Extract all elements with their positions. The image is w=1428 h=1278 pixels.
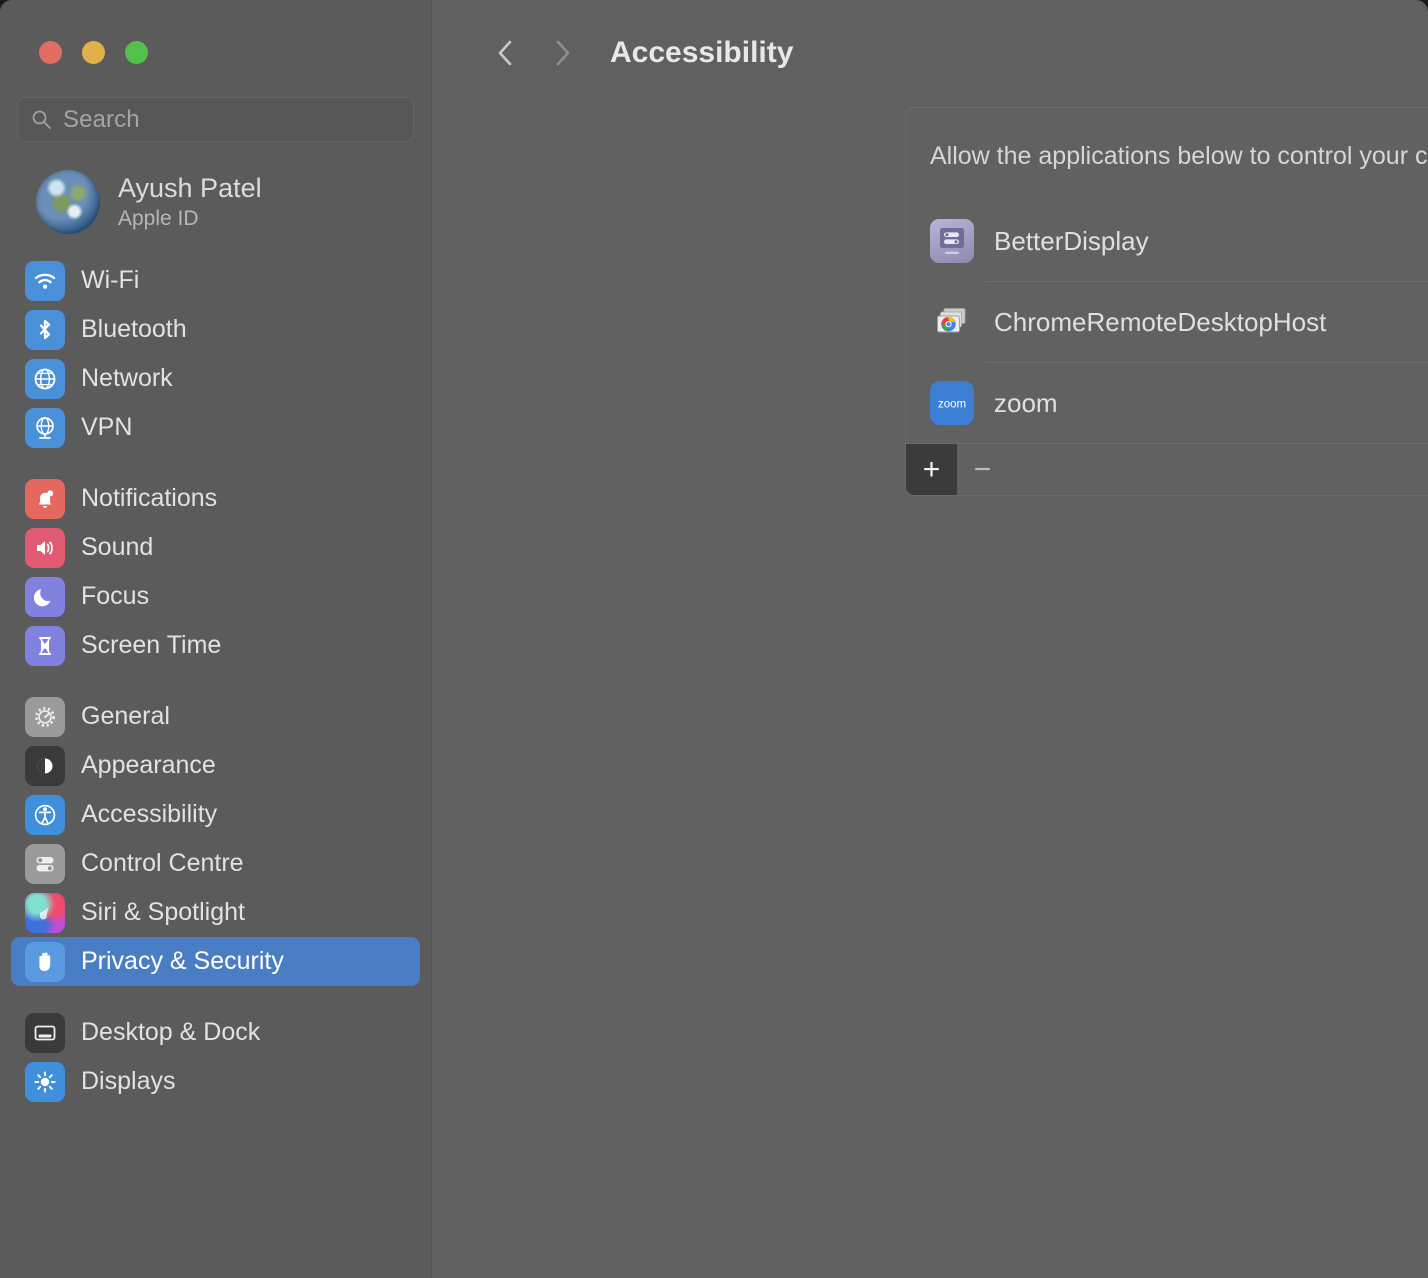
sidebar-item-label: Wi-Fi	[81, 266, 140, 294]
search-placeholder: Search	[63, 105, 140, 133]
sidebar-group-network: Wi-Fi Bluetooth Network VPN	[11, 256, 420, 452]
appearance-icon	[25, 745, 65, 786]
panel-footer: + −	[906, 444, 1428, 495]
betterdisplay-icon	[930, 219, 974, 263]
sidebar-item-notifications[interactable]: Notifications	[11, 474, 420, 523]
search-container: Search	[0, 64, 431, 142]
content-area: Accessibility Allow the applications bel…	[432, 0, 1428, 1278]
sidebar-item-label: Appearance	[81, 751, 216, 779]
app-name: zoom	[994, 387, 1058, 418]
wifi-icon	[25, 260, 65, 301]
control-centre-icon	[25, 843, 65, 884]
sidebar-item-label: Desktop & Dock	[81, 1018, 261, 1046]
accessibility-icon	[25, 794, 65, 835]
window-controls	[0, 0, 431, 64]
minimize-button[interactable]	[82, 41, 105, 64]
sidebar-group-alerts: Notifications Sound Focus Screen Time	[11, 474, 420, 670]
account-subtitle: Apple ID	[118, 207, 199, 230]
speaker-icon	[25, 527, 65, 568]
sidebar-item-siri-spotlight[interactable]: Siri & Spotlight	[11, 888, 420, 937]
chevron-right-icon	[556, 40, 570, 66]
sidebar-group-desktop: Desktop & Dock Displays	[11, 1008, 420, 1106]
bell-icon	[25, 478, 65, 519]
app-name: ChromeRemoteDesktopHost	[994, 306, 1327, 337]
svg-text:zoom: zoom	[938, 399, 966, 411]
forward-button[interactable]	[534, 28, 590, 78]
table-row[interactable]: BetterDisplay	[906, 201, 1428, 281]
table-row[interactable]: zoom zoom	[906, 363, 1428, 443]
sidebar-item-label: Network	[81, 364, 173, 392]
toolbar: Accessibility	[432, 0, 1428, 78]
moon-icon	[25, 576, 65, 617]
desktop-dock-icon	[25, 1012, 65, 1053]
sidebar-item-network[interactable]: Network	[11, 354, 420, 403]
search-icon	[31, 109, 52, 130]
sidebar-item-label: Sound	[81, 533, 154, 561]
sidebar-item-vpn[interactable]: VPN	[11, 403, 420, 452]
sidebar-group-system: General Appearance Accessibility Control…	[11, 692, 420, 986]
page-title: Accessibility	[610, 36, 794, 69]
siri-icon	[25, 892, 65, 933]
search-input[interactable]: Search	[17, 97, 414, 142]
sidebar-item-wi-fi[interactable]: Wi-Fi	[11, 256, 420, 305]
bluetooth-icon	[25, 309, 65, 350]
add-app-button[interactable]: +	[906, 444, 957, 495]
system-settings-window: Search Ayush Patel Apple ID Wi-Fi Blueto…	[0, 0, 1428, 1278]
sidebar-item-general[interactable]: General	[11, 692, 420, 741]
app-name: BetterDisplay	[994, 225, 1149, 256]
sidebar-item-screen-time[interactable]: Screen Time	[11, 621, 420, 670]
globe-icon	[25, 358, 65, 399]
brightness-icon	[25, 1061, 65, 1102]
sidebar-item-label: General	[81, 702, 170, 730]
sidebar-item-desktop-dock[interactable]: Desktop & Dock	[11, 1008, 420, 1057]
avatar	[36, 170, 100, 234]
sidebar-item-accessibility[interactable]: Accessibility	[11, 790, 420, 839]
sidebar-item-label: Displays	[81, 1067, 176, 1095]
sidebar-item-control-centre[interactable]: Control Centre	[11, 839, 420, 888]
sidebar-item-displays[interactable]: Displays	[11, 1057, 420, 1106]
sidebar-item-appearance[interactable]: Appearance	[11, 741, 420, 790]
account-name: Ayush Patel	[118, 173, 262, 203]
close-button[interactable]	[39, 41, 62, 64]
accessibility-apps-panel: Allow the applications below to control …	[905, 107, 1428, 496]
sidebar-item-sound[interactable]: Sound	[11, 523, 420, 572]
sidebar-item-label: Notifications	[81, 484, 218, 512]
sidebar-item-label: Control Centre	[81, 849, 244, 877]
hourglass-icon	[25, 625, 65, 666]
chevron-left-icon	[498, 40, 512, 66]
account-text: Ayush Patel Apple ID	[118, 173, 262, 231]
sidebar-item-label: Accessibility	[81, 800, 218, 828]
sidebar-item-label: Screen Time	[81, 631, 222, 659]
sidebar-item-label: Focus	[81, 582, 150, 610]
vpn-globe-icon	[25, 407, 65, 448]
hand-icon	[25, 941, 65, 982]
sidebar-item-bluetooth[interactable]: Bluetooth	[11, 305, 420, 354]
gear-icon	[25, 696, 65, 737]
sidebar-item-label: Privacy & Security	[81, 947, 284, 975]
remove-app-button[interactable]: −	[957, 444, 1008, 495]
chrome-remote-desktop-icon	[930, 300, 974, 344]
zoom-app-icon: zoom	[930, 381, 974, 425]
sidebar-nav: Wi-Fi Bluetooth Network VPN Notification…	[0, 234, 431, 1106]
sidebar-item-label: Siri & Spotlight	[81, 898, 245, 926]
table-row[interactable]: ChromeRemoteDesktopHost	[906, 282, 1428, 362]
sidebar-item-label: VPN	[81, 413, 133, 441]
sidebar-item-label: Bluetooth	[81, 315, 187, 343]
account-row[interactable]: Ayush Patel Apple ID	[0, 142, 431, 234]
sidebar-item-privacy-security[interactable]: Privacy & Security	[11, 937, 420, 986]
back-button[interactable]	[478, 28, 534, 78]
sidebar: Search Ayush Patel Apple ID Wi-Fi Blueto…	[0, 0, 432, 1278]
maximize-button[interactable]	[125, 41, 148, 64]
sidebar-item-focus[interactable]: Focus	[11, 572, 420, 621]
panel-description: Allow the applications below to control …	[930, 142, 1428, 170]
